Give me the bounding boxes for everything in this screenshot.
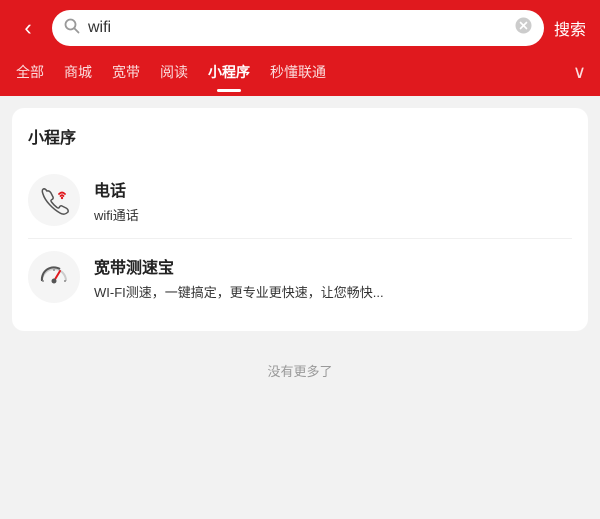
item-desc-phone: wifi通话 xyxy=(94,205,572,224)
item-desc-highlight: WI-FI xyxy=(94,285,126,300)
tab-broadband[interactable]: 宽带 xyxy=(102,56,150,88)
section-title: 小程序 xyxy=(28,124,572,148)
item-info-phone: 电话 wifi通话 xyxy=(94,177,572,224)
tab-understand[interactable]: 秒懂联通 xyxy=(260,56,336,88)
search-icon xyxy=(64,18,80,39)
item-desc-speedtest: WI-FI测速，一键搞定，更专业更快速，让您畅快... xyxy=(94,282,572,301)
item-name-phone: 电话 xyxy=(94,177,572,201)
tab-mall[interactable]: 商城 xyxy=(54,56,102,88)
search-bar: wifi xyxy=(52,10,544,46)
phone-icon xyxy=(28,174,80,226)
list-item[interactable]: 电话 wifi通话 xyxy=(28,162,572,239)
header: ‹ wifi 搜索 xyxy=(0,0,600,56)
search-input[interactable]: wifi xyxy=(88,19,507,37)
item-desc-highlight: wifi xyxy=(94,208,113,223)
item-info-speedtest: 宽带测速宝 WI-FI测速，一键搞定，更专业更快速，让您畅快... xyxy=(94,254,572,301)
list-item[interactable]: 宽带测速宝 WI-FI测速，一键搞定，更专业更快速，让您畅快... xyxy=(28,239,572,315)
miniapp-card: 小程序 电话 wifi通话 xyxy=(12,108,588,331)
tab-miniapp[interactable]: 小程序 xyxy=(198,56,260,88)
tab-all[interactable]: 全部 xyxy=(6,56,54,88)
back-button[interactable]: ‹ xyxy=(14,15,42,41)
no-more-label: 没有更多了 xyxy=(12,343,588,386)
tab-bar: 全部 商城 宽带 阅读 小程序 秒懂联通 ∨ xyxy=(0,56,600,96)
item-desc-rest: 通话 xyxy=(113,208,139,223)
search-button[interactable]: 搜索 xyxy=(554,16,586,40)
item-desc-rest: 测速，一键搞定，更专业更快速，让您畅快... xyxy=(126,285,384,300)
speedometer-icon xyxy=(28,251,80,303)
content-area: 小程序 电话 wifi通话 xyxy=(0,96,600,398)
tab-reading[interactable]: 阅读 xyxy=(150,56,198,88)
item-name-speedtest: 宽带测速宝 xyxy=(94,254,572,278)
tab-more-icon[interactable]: ∨ xyxy=(565,58,594,87)
clear-button[interactable] xyxy=(515,17,532,39)
